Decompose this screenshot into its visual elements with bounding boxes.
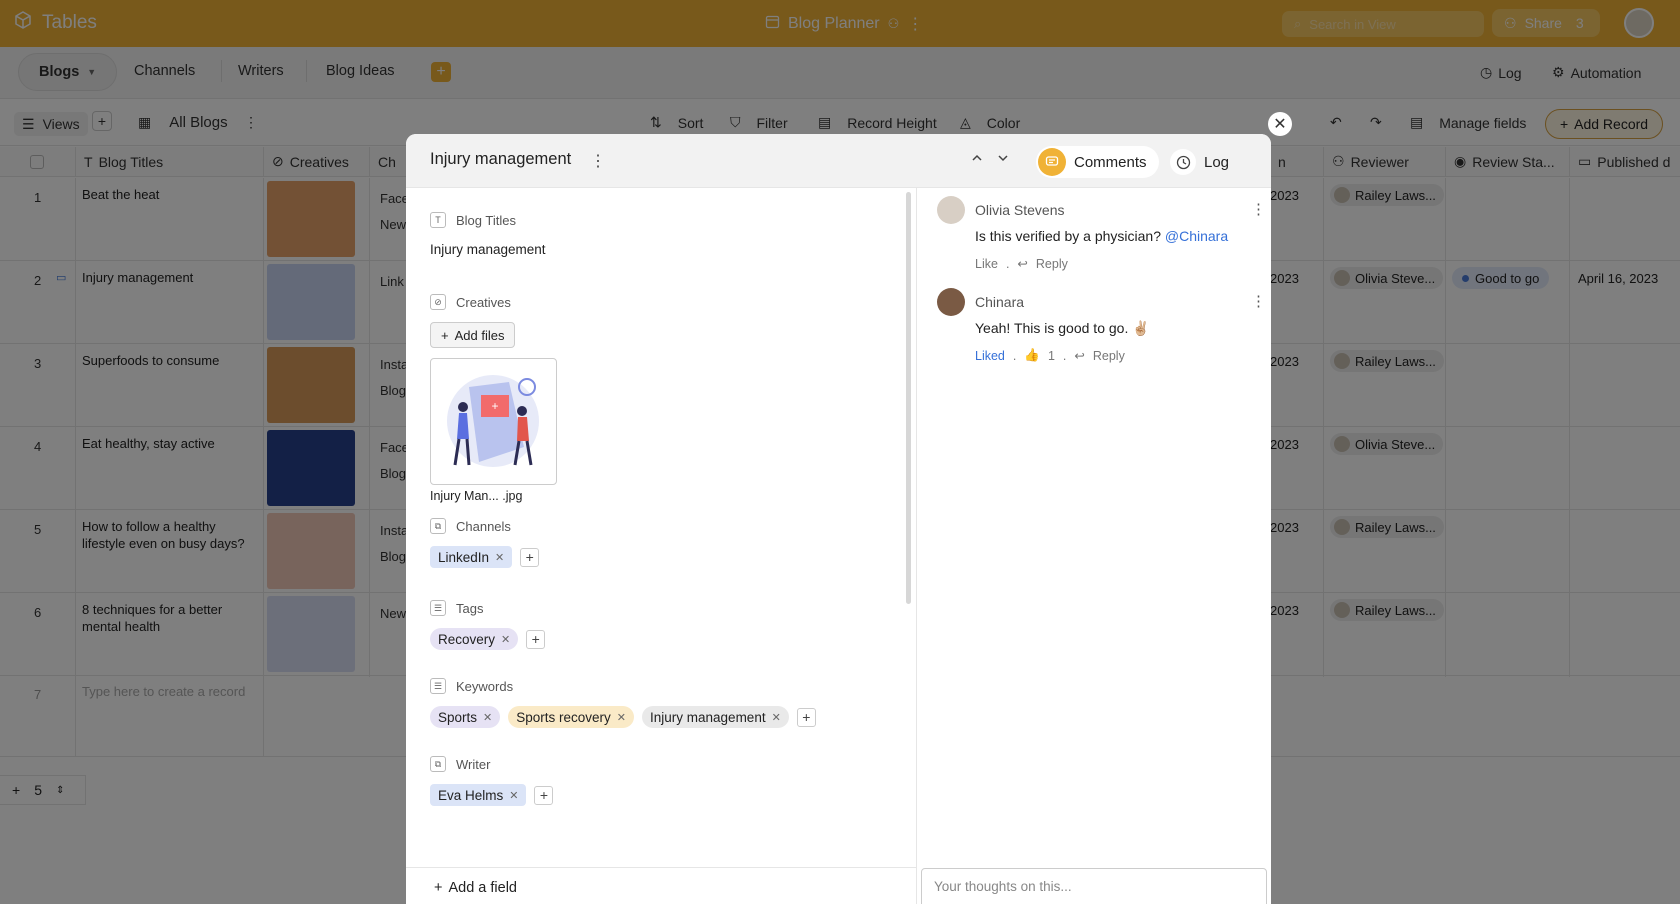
plus-icon: + [434, 880, 443, 896]
remove-icon[interactable]: ✕ [495, 551, 504, 564]
field-creatives: ⊘ Creatives + Add files + Injury Man... … [430, 294, 557, 503]
mention-link[interactable]: @Chinara [1165, 228, 1228, 244]
field-label: Channels [456, 518, 511, 534]
comment-more-icon[interactable]: ⋮ [1251, 292, 1266, 310]
thumbs-up-icon: 👍 [1024, 348, 1040, 362]
comments-label: Comments [1074, 153, 1147, 171]
screen: Tables Blog Planner ⚇ ⋮ ⌕ Search in View… [0, 0, 1680, 904]
svg-text:+: + [491, 399, 498, 413]
fields-pane: T Blog Titles Injury management ⊘ Creative… [406, 188, 917, 904]
liked-button[interactable]: Liked [975, 349, 1005, 363]
link-record-icon: ⧉ [430, 518, 446, 534]
comment-actions: Like. ↩ Reply [975, 256, 1068, 272]
add-field-button[interactable]: + Add a field [406, 867, 917, 904]
field-writer: ⧉ Writer Eva Helms ✕ + [430, 756, 554, 806]
field-blog-titles: T Blog Titles Injury management [430, 212, 546, 257]
reply-button[interactable]: Reply [1036, 257, 1068, 271]
field-label: Creatives [456, 294, 511, 310]
add-channel-button[interactable]: + [520, 547, 540, 567]
comments-tab[interactable]: Comments [1036, 146, 1159, 178]
tag-chip[interactable]: Recovery ✕ [430, 628, 519, 650]
log-label: Log [1204, 153, 1230, 171]
fields-scrollbar[interactable] [906, 192, 911, 604]
remove-icon[interactable]: ✕ [509, 789, 518, 802]
add-tag-button[interactable]: + [526, 629, 546, 649]
record-expand-modal: Injury management ⋮ Comments Log T Blog T… [406, 134, 1271, 904]
remove-icon[interactable]: ✕ [501, 633, 510, 646]
comment-text: Is this verified by a physician? @Chinar… [975, 228, 1229, 244]
add-field-label: Add a field [448, 880, 517, 896]
like-button[interactable]: Like [975, 257, 998, 271]
channel-chip[interactable]: LinkedIn ✕ [430, 546, 513, 568]
chip-label: Recovery [438, 631, 496, 647]
link-record-icon: ⧉ [430, 756, 446, 772]
log-tab[interactable]: Log [1166, 146, 1241, 178]
attachment-file-name: Injury Man... .jpg [430, 489, 523, 503]
record-title: Injury management [430, 150, 572, 168]
like-count: 1 [1047, 348, 1055, 363]
chip-label: LinkedIn [438, 549, 490, 565]
add-files-label: Add files [454, 327, 505, 343]
reply-button[interactable]: Reply [1093, 349, 1125, 363]
add-keyword-button[interactable]: + [796, 707, 816, 727]
keyword-chip[interactable]: Injury management ✕ [642, 706, 789, 728]
chip-label: Sports recovery [516, 709, 611, 725]
field-channels: ⧉ Channels LinkedIn ✕ + [430, 518, 540, 568]
next-record-icon[interactable] [997, 151, 1009, 168]
comment-text: Yeah! This is good to go. ✌🏼 [975, 320, 1150, 336]
comment-icon [1038, 148, 1066, 176]
multi-select-icon: ☰ [430, 600, 446, 616]
blog-title-value[interactable]: Injury management [430, 242, 546, 257]
remove-icon[interactable]: ✕ [617, 711, 626, 724]
comment-input[interactable]: Your thoughts on this... [921, 868, 1267, 904]
previous-record-icon[interactable] [971, 151, 983, 168]
field-keywords: ☰ Keywords Sports ✕ Sports recovery ✕ Injur… [430, 678, 816, 728]
reply-icon: ↩ [1017, 257, 1028, 271]
comments-pane: Olivia Stevens ⋮ Is this verified by a p… [917, 188, 1271, 904]
text-field-icon: T [430, 212, 446, 228]
writer-chip[interactable]: Eva Helms ✕ [430, 784, 527, 806]
field-tags: ☰ Tags Recovery ✕ + [430, 600, 546, 650]
reply-icon: ↩ [1074, 349, 1085, 363]
field-label: Writer [456, 756, 491, 772]
comment-author: Olivia Stevens [975, 202, 1065, 218]
remove-icon[interactable]: ✕ [483, 711, 492, 724]
modal-header: Injury management ⋮ Comments Log [406, 134, 1271, 188]
clock-icon [1170, 149, 1196, 175]
field-label: Keywords [456, 678, 514, 694]
comment-actions: Liked. 👍 1. ↩ Reply [975, 348, 1125, 363]
avatar [937, 196, 965, 224]
remove-icon[interactable]: ✕ [772, 711, 781, 724]
multi-select-icon: ☰ [430, 678, 446, 694]
attachment-thumbnail[interactable]: + [430, 358, 557, 485]
chip-label: Eva Helms [438, 787, 504, 803]
field-label: Blog Titles [456, 212, 516, 228]
injury-illustration: + [447, 375, 539, 467]
attachment-icon: ⊘ [430, 294, 446, 310]
record-more-icon[interactable]: ⋮ [590, 151, 606, 171]
close-modal-icon[interactable]: ✕ [1268, 112, 1292, 136]
chip-label: Injury management [650, 709, 766, 725]
add-writer-button[interactable]: + [534, 785, 554, 805]
chip-label: Sports [438, 709, 478, 725]
avatar [937, 288, 965, 316]
keyword-chip[interactable]: Sports recovery ✕ [508, 706, 635, 728]
keyword-chip[interactable]: Sports ✕ [430, 706, 501, 728]
comment-more-icon[interactable]: ⋮ [1251, 200, 1266, 218]
comment-author: Chinara [975, 294, 1025, 310]
add-files-button[interactable]: + Add files [430, 322, 516, 348]
field-label: Tags [456, 600, 484, 616]
plus-icon: + [441, 327, 449, 343]
